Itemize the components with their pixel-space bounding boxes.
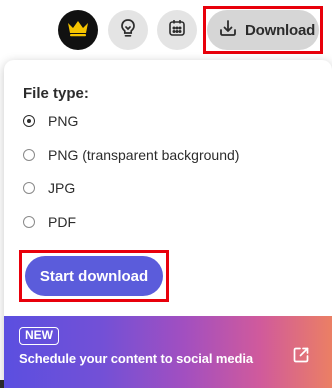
promo-banner[interactable]: NEW Schedule your content to social medi… (4, 316, 332, 388)
top-toolbar: Download (0, 0, 332, 60)
option-png[interactable]: PNG (23, 110, 78, 132)
new-badge: NEW (19, 327, 59, 345)
option-png-transparent[interactable]: PNG (transparent background) (23, 144, 239, 166)
page: Download File type: PNG PNG (transparent… (0, 0, 332, 388)
ideas-button[interactable] (108, 10, 148, 50)
download-panel: File type: PNG PNG (transparent backgrou… (4, 60, 332, 388)
radio-icon[interactable] (23, 216, 35, 228)
premium-button[interactable] (58, 10, 98, 50)
option-label: PNG (transparent background) (48, 147, 240, 163)
option-label: PNG (48, 113, 79, 129)
crown-icon (67, 19, 89, 42)
option-jpg[interactable]: JPG (23, 177, 75, 199)
radio-icon[interactable] (23, 182, 35, 194)
background-edge (0, 380, 4, 388)
download-button-label: Download (245, 21, 316, 39)
download-button[interactable]: Download (207, 10, 319, 50)
download-icon (218, 18, 238, 43)
external-link-icon[interactable] (292, 346, 310, 369)
file-type-title: File type: (23, 85, 89, 102)
radio-selected-icon[interactable] (23, 115, 35, 127)
option-label: PDF (48, 214, 76, 230)
radio-icon[interactable] (23, 149, 35, 161)
lightbulb-icon (119, 18, 137, 43)
option-pdf[interactable]: PDF (23, 211, 76, 233)
calendar-button[interactable] (157, 10, 197, 50)
option-label: JPG (48, 180, 76, 196)
start-download-button[interactable]: Start download (25, 256, 163, 296)
calendar-icon (168, 19, 186, 42)
promo-text: Schedule your content to social media (19, 351, 253, 366)
